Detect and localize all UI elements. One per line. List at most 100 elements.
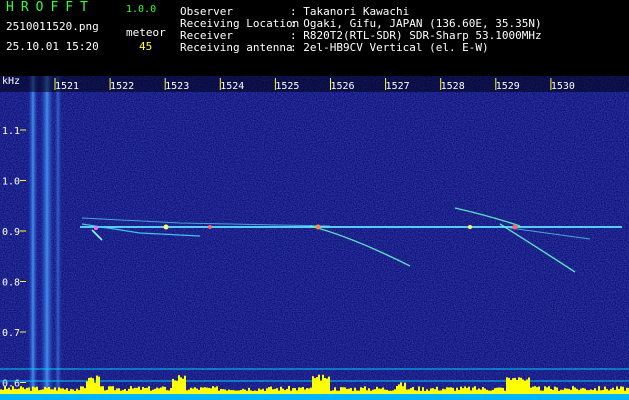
power-bar bbox=[450, 387, 452, 394]
power-bar bbox=[254, 390, 256, 394]
power-bar bbox=[274, 388, 276, 394]
power-bar bbox=[84, 388, 86, 394]
power-bar bbox=[20, 386, 22, 394]
x-tick-label: 1530 bbox=[551, 81, 575, 92]
power-bar bbox=[490, 390, 492, 394]
power-bar bbox=[106, 389, 108, 394]
x-tick-label: 1525 bbox=[275, 81, 299, 92]
power-bar bbox=[326, 378, 328, 394]
power-bar bbox=[558, 390, 560, 394]
power-bar bbox=[182, 378, 184, 394]
power-bar bbox=[162, 386, 164, 394]
power-bar bbox=[118, 388, 120, 394]
power-bar bbox=[368, 388, 370, 394]
meteor-count: 45 bbox=[139, 40, 153, 53]
power-bar bbox=[476, 389, 478, 394]
power-bar bbox=[234, 390, 236, 394]
power-bar bbox=[496, 387, 498, 394]
power-bar bbox=[382, 387, 384, 394]
app-title: HROFFT bbox=[6, 0, 95, 15]
power-bar bbox=[578, 390, 580, 394]
power-bar bbox=[74, 390, 76, 394]
power-bar bbox=[280, 386, 282, 394]
echo-head-6 bbox=[94, 226, 98, 230]
power-bar bbox=[312, 376, 314, 394]
power-bar bbox=[140, 389, 142, 394]
power-bar bbox=[448, 387, 450, 394]
x-tick-label: 1527 bbox=[386, 81, 410, 92]
power-bar bbox=[576, 388, 578, 394]
power-bar bbox=[94, 382, 96, 394]
antenna-label: Receiving antenna bbox=[180, 41, 293, 54]
power-bar bbox=[188, 389, 190, 394]
power-bar bbox=[366, 390, 368, 394]
power-bar bbox=[350, 387, 352, 394]
power-bar bbox=[588, 390, 590, 394]
spectrogram: 1521 1522 1523 1524 1525 1526 1527 1528 1529 1530… bbox=[0, 76, 629, 400]
power-bar bbox=[270, 386, 272, 394]
power-bar bbox=[40, 389, 42, 394]
power-bar bbox=[512, 378, 514, 394]
power-bar bbox=[444, 389, 446, 394]
power-bar bbox=[174, 380, 176, 394]
echo-head-4 bbox=[468, 225, 472, 229]
power-bar bbox=[252, 390, 254, 394]
power-bar bbox=[46, 387, 48, 394]
power-bar bbox=[572, 386, 574, 394]
power-bar bbox=[38, 390, 40, 394]
x-tick-label: 1529 bbox=[496, 81, 520, 92]
power-bar bbox=[418, 386, 420, 394]
power-bar bbox=[142, 386, 144, 394]
power-bar bbox=[128, 388, 130, 394]
power-bar bbox=[338, 390, 340, 394]
power-bar bbox=[232, 390, 234, 394]
power-bar bbox=[228, 389, 230, 394]
power-bar bbox=[596, 390, 598, 394]
power-bar bbox=[266, 388, 268, 394]
power-bar bbox=[406, 389, 408, 394]
power-bar bbox=[230, 390, 232, 394]
power-bar bbox=[184, 375, 186, 394]
power-bar bbox=[196, 388, 198, 394]
power-bar bbox=[138, 386, 140, 394]
power-bar bbox=[620, 386, 622, 394]
power-bar bbox=[316, 377, 318, 394]
power-bar bbox=[16, 389, 18, 394]
power-bar bbox=[568, 388, 570, 394]
power-bar bbox=[374, 389, 376, 394]
power-bar bbox=[304, 389, 306, 394]
power-bar bbox=[430, 388, 432, 394]
power-bar bbox=[344, 387, 346, 394]
power-bar bbox=[372, 389, 374, 394]
power-bar bbox=[386, 389, 388, 394]
power-bar bbox=[64, 389, 66, 394]
power-bar bbox=[146, 387, 148, 394]
power-bar bbox=[478, 388, 480, 394]
power-bar bbox=[310, 387, 312, 394]
power-bar bbox=[44, 386, 46, 394]
power-bar bbox=[352, 390, 354, 394]
power-bar bbox=[552, 389, 554, 394]
power-bar bbox=[28, 387, 30, 394]
power-bar bbox=[6, 389, 8, 394]
power-bar bbox=[320, 380, 322, 394]
power-bar bbox=[354, 387, 356, 394]
power-bar bbox=[314, 378, 316, 394]
power-bar bbox=[262, 388, 264, 394]
power-bar bbox=[108, 386, 110, 394]
power-bar bbox=[100, 386, 102, 394]
power-bar bbox=[440, 390, 442, 394]
power-bar bbox=[36, 386, 38, 394]
power-bar bbox=[358, 390, 360, 394]
power-bar bbox=[528, 377, 530, 394]
power-bar bbox=[116, 388, 118, 394]
power-bar bbox=[150, 390, 152, 394]
power-bar bbox=[92, 378, 94, 394]
power-bar bbox=[204, 387, 206, 394]
power-bar bbox=[420, 390, 422, 394]
power-bar bbox=[112, 386, 114, 394]
power-bar bbox=[102, 386, 104, 394]
power-bar bbox=[130, 386, 132, 394]
power-bar bbox=[334, 387, 336, 394]
power-bar bbox=[66, 388, 68, 394]
